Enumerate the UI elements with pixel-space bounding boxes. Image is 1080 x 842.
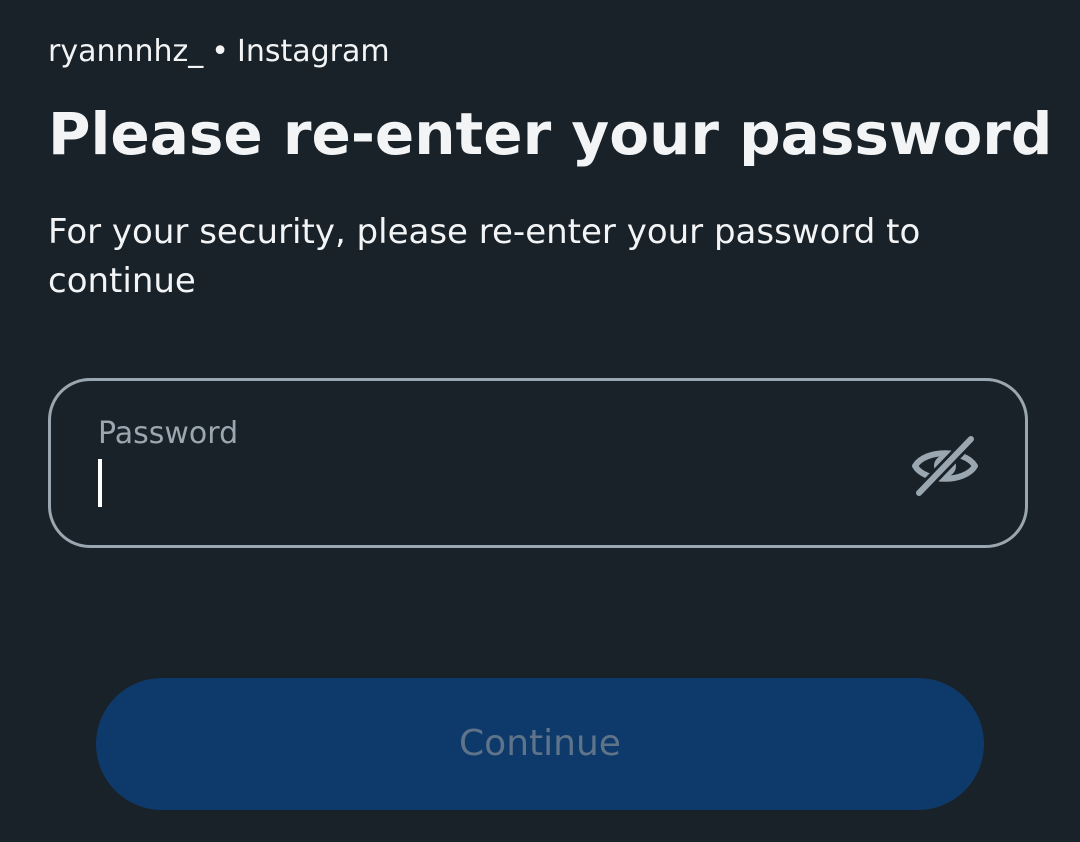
page-subtitle: For your security, please re-enter your … — [48, 212, 921, 301]
password-field[interactable]: Password — [48, 378, 1028, 548]
separator-dot: • — [211, 34, 229, 69]
app-name: Instagram — [236, 34, 390, 69]
eye-slash-glyph — [912, 433, 978, 499]
password-field-label: Password — [98, 416, 239, 451]
account-username: ryannnhz_ — [48, 34, 204, 69]
account-line: ryannnhz_ • Instagram — [48, 32, 390, 72]
continue-button[interactable]: Continue — [96, 678, 984, 810]
reauth-screen: ryannnhz_ • Instagram Please re-enter your… — [0, 0, 1080, 842]
page-title: Please re-enter your password — [48, 100, 1053, 168]
text-caret — [98, 459, 102, 507]
password-input[interactable] — [95, 457, 875, 509]
eye-slash-icon[interactable] — [909, 433, 981, 499]
